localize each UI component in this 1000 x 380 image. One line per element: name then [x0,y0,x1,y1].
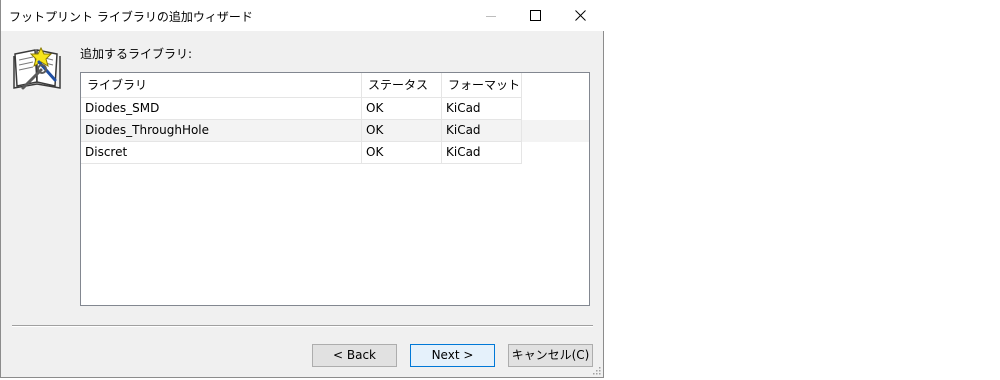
format-cell: KiCad [442,120,522,142]
wizard-window: フットプリント ライブラリの追加ウィザード 追加するライブラリ: ライブラリ ス… [0,0,605,378]
title-bar: フットプリント ライブラリの追加ウィザード [1,0,605,31]
column-header-format[interactable]: フォーマット [442,73,522,98]
column-header-status[interactable]: ステータス [362,73,442,98]
status-cell: OK [362,120,442,142]
library-list[interactable]: ライブラリ ステータス フォーマット Diodes_SMD OK KiCad D… [80,72,590,306]
list-header: ライブラリ ステータス フォーマット [81,73,522,98]
column-header-library[interactable]: ライブラリ [81,73,362,98]
back-button[interactable]: < Back [312,344,397,367]
table-row[interactable]: Discret OK KiCad [81,142,589,164]
footer-separator [12,325,593,327]
library-name-cell: Diodes_ThroughHole [81,120,362,142]
format-cell: KiCad [442,142,522,164]
minimize-icon [485,16,496,17]
library-name-cell: Diodes_SMD [81,98,362,120]
maximize-button[interactable] [513,0,558,31]
window-title: フットプリント ライブラリの追加ウィザード [9,10,253,24]
status-cell: OK [362,98,442,120]
library-name-cell: Discret [81,142,362,164]
close-icon [575,10,586,21]
next-button[interactable]: Next > [410,344,495,367]
close-button[interactable] [558,0,603,31]
table-row[interactable]: Diodes_SMD OK KiCad [81,98,589,120]
format-cell: KiCad [442,98,522,120]
resize-grip-icon[interactable] [591,365,601,375]
maximize-icon [530,10,541,21]
status-cell: OK [362,142,442,164]
minimize-button[interactable] [468,0,513,31]
cancel-button[interactable]: キャンセル(C) [508,344,593,367]
list-rows: Diodes_SMD OK KiCad Diodes_ThroughHole O… [81,98,589,164]
libraries-to-add-label: 追加するライブラリ: [80,47,193,61]
table-row[interactable]: Diodes_ThroughHole OK KiCad [81,120,589,142]
book-wand-wrench-icon [13,46,61,90]
